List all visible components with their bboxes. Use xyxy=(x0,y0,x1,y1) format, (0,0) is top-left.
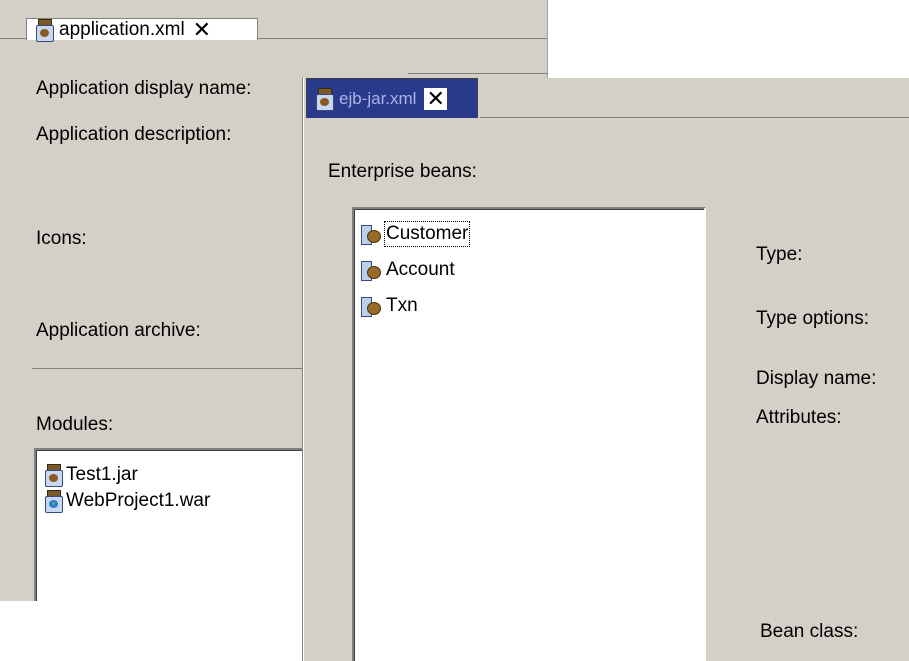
bean-icon xyxy=(360,259,382,281)
bean-name: Customer xyxy=(383,221,471,247)
display-name-label: Display name: xyxy=(756,368,877,389)
icons-label: Icons: xyxy=(36,228,87,249)
enterprise-beans-label: Enterprise beans: xyxy=(328,161,477,182)
list-item-account[interactable]: Account xyxy=(360,259,455,281)
tab-label: application.xml xyxy=(59,18,185,40)
tab-application-xml[interactable]: application.xml ✕ xyxy=(26,18,258,42)
jar-icon xyxy=(44,464,63,487)
bean-icon xyxy=(360,295,382,317)
bean-class-label: Bean class: xyxy=(760,621,859,642)
module-name: Test1.jar xyxy=(66,464,138,485)
tab-ejb-jar-xml[interactable]: ejb-jar.xml ✕ xyxy=(306,78,478,118)
separator xyxy=(32,368,304,369)
list-item-customer[interactable]: Customer xyxy=(360,221,471,247)
enterprise-beans-list[interactable]: Customer Account Txn xyxy=(352,207,706,661)
display-name-field-edge xyxy=(408,73,548,74)
type-label: Type: xyxy=(756,244,803,265)
application-description-label: Application description: xyxy=(36,124,232,145)
application-display-name-label: Application display name: xyxy=(36,78,252,99)
ejb-tab-strip: ejb-jar.xml ✕ xyxy=(304,78,909,118)
close-icon[interactable]: ✕ xyxy=(424,87,447,110)
tab-label: ejb-jar.xml xyxy=(339,88,417,108)
war-icon xyxy=(44,490,63,513)
list-item-txn[interactable]: Txn xyxy=(360,295,418,317)
list-item-test1-jar[interactable]: Test1.jar xyxy=(44,464,138,487)
application-archive-label: Application archive: xyxy=(36,320,201,341)
modules-label: Modules: xyxy=(36,414,114,435)
jar-icon xyxy=(35,18,54,42)
ejb-jar-xml-editor: ejb-jar.xml ✕ Enterprise beans: Customer… xyxy=(303,78,909,661)
bean-name: Account xyxy=(386,259,455,280)
jar-icon xyxy=(315,87,334,111)
type-options-label: Type options: xyxy=(756,308,870,329)
attributes-label: Attributes: xyxy=(756,407,842,428)
modules-list[interactable]: Test1.jar WebProject1.war xyxy=(34,448,306,601)
close-icon[interactable]: ✕ xyxy=(193,18,211,41)
bean-icon xyxy=(360,223,382,245)
application-tab-strip: application.xml ✕ xyxy=(0,0,547,42)
list-item-webproject1-war[interactable]: WebProject1.war xyxy=(44,490,211,513)
module-name: WebProject1.war xyxy=(66,490,211,511)
bean-name: Txn xyxy=(386,295,418,316)
